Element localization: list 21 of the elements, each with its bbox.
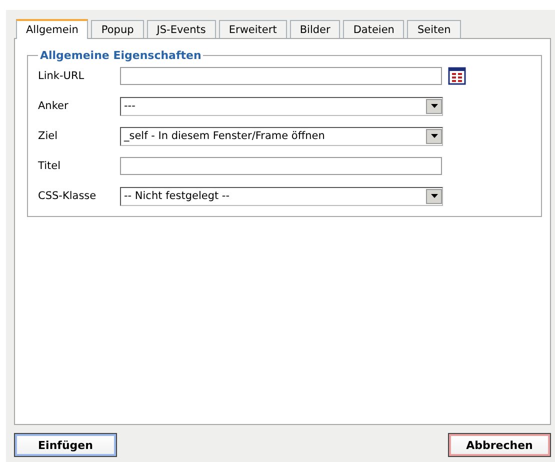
dropdown[interactable]: --- xyxy=(120,96,443,116)
field-label: CSS-Klasse xyxy=(38,190,98,202)
tab[interactable]: Popup xyxy=(91,20,144,38)
field-label: Link-URL xyxy=(38,70,86,82)
tab[interactable]: Bilder xyxy=(290,20,340,38)
field-label: Titel xyxy=(38,160,62,172)
tab[interactable]: Dateien xyxy=(343,20,404,38)
cancel-button[interactable]: Abbrechen xyxy=(448,433,551,457)
tab[interactable]: JS-Events xyxy=(146,20,216,38)
insert-button[interactable]: Einfügen xyxy=(14,433,117,457)
input-field[interactable] xyxy=(120,67,442,85)
list-icon[interactable] xyxy=(448,67,466,85)
dropdown[interactable]: _self - In diesem Fenster/Frame öffnen xyxy=(120,126,443,146)
dropdown[interactable]: -- Nicht festgelegt -- xyxy=(120,186,443,206)
group-title: Allgemeine Eigenschaften xyxy=(39,49,202,62)
field-label: Anker xyxy=(38,100,70,112)
field-label: Ziel xyxy=(38,130,58,142)
tab[interactable]: Seiten xyxy=(407,20,461,38)
tab[interactable]: Erweitert xyxy=(218,20,287,38)
tab[interactable]: Allgemein xyxy=(16,19,88,39)
input-field[interactable] xyxy=(120,157,442,175)
